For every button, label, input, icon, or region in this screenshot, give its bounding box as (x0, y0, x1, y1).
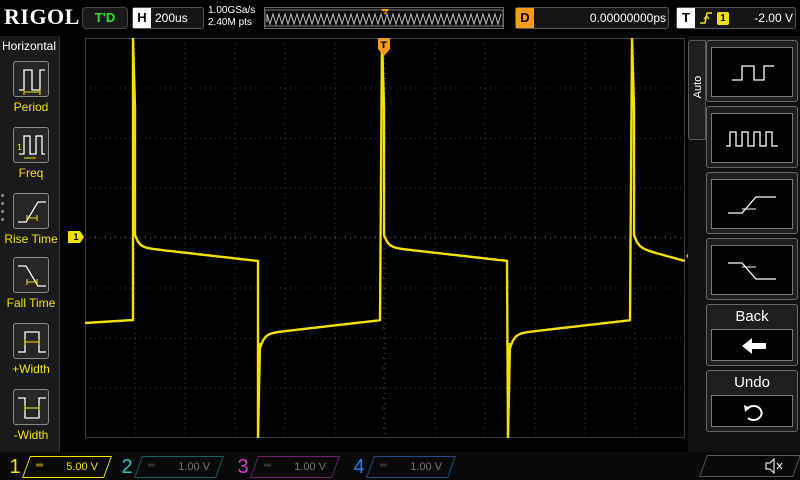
channel-2-status[interactable]: 2 ═ 1.00 V (116, 455, 225, 479)
auto-tab-label: Auto (692, 75, 704, 99)
rise-time-icon (13, 193, 49, 229)
timebase-value: 200us (155, 11, 188, 25)
channel-4-status[interactable]: 4 ═ 1.00 V (348, 455, 457, 479)
falling-edge-button[interactable] (706, 238, 798, 300)
single-pulse-icon (732, 65, 774, 81)
svg-text:1: 1 (17, 143, 22, 152)
memory-depth: 2.40M pts (208, 17, 252, 28)
horizontal-label: H (133, 8, 151, 28)
speaker-muted-icon (764, 457, 784, 475)
positive-width-label: +Width (12, 362, 50, 376)
measure-menu: Horizontal Period 1 Freq Rise Time Fall … (0, 36, 60, 452)
single-pulse-button[interactable] (706, 40, 798, 102)
undo-icon (744, 405, 763, 421)
rising-edge-icon (728, 196, 776, 214)
delay-box[interactable]: D 0.00000000ps (515, 7, 669, 29)
waveform-display[interactable] (85, 38, 685, 438)
channel-3-status[interactable]: 3 ═ 1.00 V (232, 455, 341, 479)
positive-width-icon (13, 323, 49, 359)
measure-period-button[interactable]: Period (4, 58, 58, 120)
acquisition-info: 1.00GSa/s 2.40M pts (208, 5, 255, 29)
auto-tab[interactable]: Auto (688, 40, 706, 140)
back-label: Back (735, 308, 769, 325)
memory-overview-bar[interactable]: T (264, 7, 504, 29)
measure-positive-width-button[interactable]: +Width (4, 320, 58, 382)
svg-text:T: T (381, 41, 388, 51)
rising-edge-trigger-icon (699, 10, 713, 26)
pulse-train-icon (726, 131, 778, 147)
trigger-label: T (677, 8, 695, 28)
svg-text:T: T (381, 10, 387, 18)
channel-1-scale: 5.00 V (66, 461, 98, 473)
measure-freq-button[interactable]: 1 Freq (4, 124, 58, 186)
trigger-level-value: -2.00 V (754, 11, 793, 25)
channel-status-bar: 1 ═ 5.00 V 2 ═ 1.00 V 3 ═ 1.00 V 4 ═ 1.0… (0, 452, 800, 480)
back-button[interactable]: Back (706, 304, 798, 366)
frequency-measure-icon: 1 (13, 127, 49, 163)
pulse-train-button[interactable] (706, 106, 798, 168)
delay-label: D (516, 8, 534, 28)
run-state-badge[interactable]: T'D (82, 7, 128, 29)
freq-label: Freq (18, 166, 44, 180)
measure-rise-time-button[interactable]: Rise Time (4, 190, 58, 252)
undo-button[interactable]: Undo (706, 370, 798, 432)
memory-overview-waveform: T (264, 9, 504, 27)
waveform-grid (85, 38, 685, 438)
back-arrow-icon (742, 338, 766, 354)
trigger-box[interactable]: T 1 -2.00 V (676, 7, 796, 29)
brand-logo: RIGOL (4, 4, 80, 29)
measure-fall-time-button[interactable]: Fall Time (4, 254, 58, 316)
negative-width-icon (13, 389, 49, 425)
channel-2-scale: 1.00 V (178, 461, 210, 473)
fall-time-label: Fall Time (6, 296, 56, 310)
rise-time-label: Rise Time (4, 232, 58, 246)
fall-time-icon (13, 257, 49, 293)
delay-value: 0.00000000ps (589, 11, 666, 25)
measure-menu-title: Horizontal (2, 39, 57, 53)
sound-toggle-button[interactable] (698, 455, 800, 477)
sample-rate: 1.00GSa/s (208, 5, 256, 16)
auto-options-menu: Auto Back Undo (688, 36, 800, 452)
period-measure-icon (13, 61, 49, 97)
channel-3-scale: 1.00 V (294, 461, 326, 473)
horizontal-timebase-box[interactable]: H 200us (132, 7, 204, 29)
rising-edge-button[interactable] (706, 172, 798, 234)
trigger-source-badge: 1 (717, 12, 729, 25)
channel-4-scale: 1.00 V (410, 461, 442, 473)
undo-label: Undo (734, 374, 770, 391)
falling-edge-icon (728, 262, 776, 280)
measure-negative-width-button[interactable]: -Width (4, 386, 58, 448)
channel-1-status[interactable]: 1 ═ 5.00 V (4, 455, 113, 479)
trigger-position-marker[interactable]: T (378, 38, 390, 56)
channel-1-offset-marker[interactable]: 1 (68, 231, 84, 243)
period-label: Period (13, 100, 49, 114)
top-status-bar: RIGOL T'D H 200us 1.00GSa/s 2.40M pts T … (0, 0, 800, 36)
negative-width-label: -Width (13, 428, 49, 442)
